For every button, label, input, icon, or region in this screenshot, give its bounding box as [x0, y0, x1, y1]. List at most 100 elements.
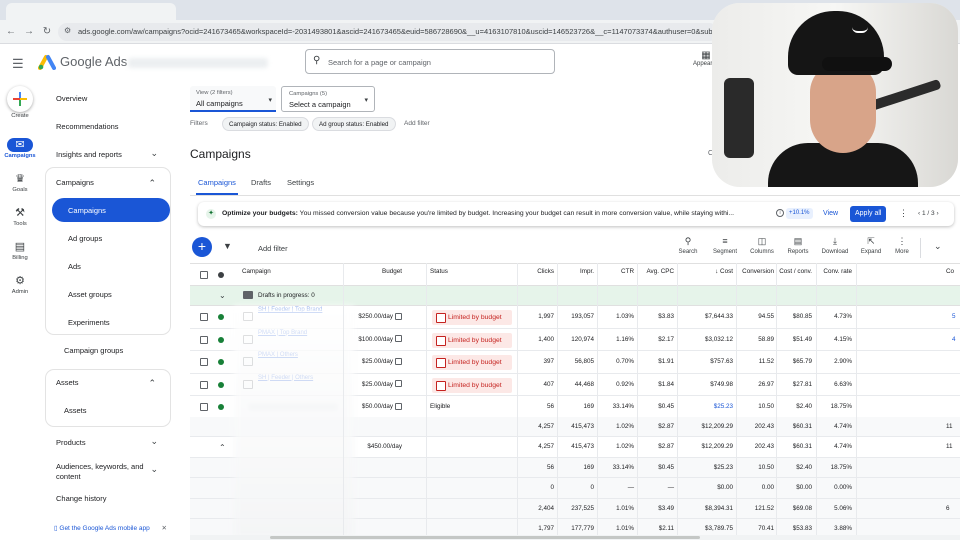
url-text[interactable]: ads.google.com/aw/campaigns?ocid=2416734… — [78, 27, 714, 36]
menu-icon[interactable]: ☰ — [12, 56, 24, 72]
budget-chart-icon[interactable] — [395, 402, 402, 410]
budget-chart-icon[interactable] — [395, 312, 402, 320]
tool-segment[interactable]: ≡ Segment — [708, 236, 742, 255]
view-selector[interactable]: View (2 filters) All campaigns ▾ — [190, 86, 276, 112]
nav-sub-asset-groups[interactable]: Asset groups — [68, 290, 112, 299]
row-checkbox[interactable] — [200, 380, 208, 389]
close-icon[interactable]: ✕ — [162, 525, 167, 532]
site-info-icon[interactable]: ⚙ — [64, 26, 71, 35]
enabled-status-dot[interactable] — [218, 336, 224, 343]
status-limited-badge[interactable]: Limited by budget — [432, 377, 512, 393]
nav-sub-assets[interactable]: Assets — [64, 406, 87, 415]
nav-sub-experiments[interactable]: Experiments — [68, 318, 110, 327]
banner-view-button[interactable]: View — [823, 210, 838, 217]
add-filter-link[interactable]: Add filter — [404, 120, 430, 127]
tool-expand[interactable]: ⇱ Expand — [854, 236, 888, 255]
search-input[interactable]: ⚲ Search for a page or campaign — [305, 49, 555, 74]
rail-tools[interactable]: ⚒ Tools — [0, 206, 40, 227]
col-clicks[interactable]: Clicks — [520, 264, 554, 286]
tool-reports[interactable]: ▤ Reports — [781, 236, 815, 255]
row-checkbox[interactable] — [200, 403, 208, 411]
enabled-status-dot[interactable] — [218, 314, 224, 320]
col-cost[interactable]: ↓ Cost — [680, 264, 733, 286]
browser-tab[interactable] — [6, 3, 176, 20]
nav-sub-campaign-groups[interactable]: Campaign groups — [64, 346, 123, 355]
col-campaign[interactable]: Campaign — [242, 264, 271, 286]
nav-sub-campaigns[interactable]: Campaigns — [52, 198, 170, 222]
status-limited-badge[interactable]: Limited by budget — [432, 310, 512, 325]
col-impr[interactable]: Impr. — [560, 264, 594, 286]
more-vert-icon[interactable]: ⋮ — [899, 208, 908, 219]
nav-audiences[interactable]: Audiences, keywords, and content — [56, 462, 148, 482]
tool-columns[interactable]: ◫ Columns — [745, 236, 779, 255]
horizontal-scrollbar[interactable] — [190, 535, 960, 540]
drafts-row[interactable]: ⌄ Drafts in progress: 0 — [190, 286, 960, 306]
enabled-status-dot[interactable] — [218, 404, 224, 410]
nav-products[interactable]: Products — [56, 438, 86, 447]
assets-chevron-up-icon[interactable]: ⌃ — [148, 378, 156, 389]
budget-chart-icon[interactable] — [395, 357, 402, 365]
collapse-chevron-icon[interactable]: ⌄ — [219, 291, 226, 300]
tab-drafts[interactable]: Drafts — [251, 178, 271, 187]
col-cost-per-conv[interactable]: Cost / conv. — [778, 264, 812, 286]
rail-billing[interactable]: ▤ Billing — [0, 240, 40, 261]
col-status[interactable]: Status — [430, 264, 448, 286]
reload-icon[interactable]: ↻ — [40, 25, 54, 39]
select-all-checkbox[interactable] — [200, 271, 208, 279]
nav-campaigns-group[interactable]: Campaigns — [56, 178, 94, 187]
nav-overview[interactable]: Overview — [56, 94, 87, 103]
address-bar[interactable]: ⚙ ads.google.com/aw/campaigns?ocid=24167… — [58, 23, 718, 41]
tool-more[interactable]: ⋮ More — [885, 236, 919, 255]
mobile-app-link[interactable]: Get the Google Ads mobile app — [59, 525, 149, 532]
col-conv-value[interactable]: Co — [946, 264, 954, 286]
filter-chip-campaign-status[interactable]: Campaign status: Enabled — [222, 117, 309, 131]
scroll-thumb[interactable] — [270, 536, 700, 539]
tool-download[interactable]: ⤓ Download — [818, 236, 852, 255]
row-checkbox[interactable] — [200, 313, 208, 321]
add-campaign-button[interactable]: + — [192, 237, 212, 257]
campaign-selector[interactable]: Campaigns (5) Select a campaign ▾ — [281, 86, 375, 112]
col-conv-rate[interactable]: Conv. rate — [818, 264, 852, 286]
status-limited-badge[interactable]: Limited by budget — [432, 332, 512, 348]
row-checkbox[interactable] — [200, 358, 208, 366]
audiences-chevron-down-icon[interactable]: ⌄ — [150, 464, 158, 475]
filter-chip-adgroup-status[interactable]: Ad group status: Enabled — [312, 117, 396, 131]
enabled-status-dot[interactable] — [218, 359, 224, 365]
info-icon[interactable]: i — [776, 209, 784, 217]
nav-change-history[interactable]: Change history — [56, 494, 106, 503]
rail-goals[interactable]: ♛ Goals — [0, 172, 40, 193]
chevron-down-icon[interactable]: ⌄ — [934, 241, 942, 252]
mobile-app-promo[interactable]: ▯ Get the Google Ads mobile app ✕ — [54, 524, 167, 532]
status-limited-badge[interactable]: Limited by budget — [432, 355, 512, 370]
expand-chevron-icon[interactable]: ⌃ — [219, 443, 226, 452]
tab-campaigns[interactable]: Campaigns — [196, 178, 238, 195]
row-checkbox[interactable] — [200, 335, 208, 344]
forward-icon[interactable]: → — [22, 25, 36, 39]
rail-create[interactable]: Create — [0, 86, 40, 119]
tab-settings[interactable]: Settings — [287, 178, 314, 187]
col-budget[interactable]: Budget — [344, 264, 402, 286]
budget-chart-icon[interactable] — [395, 380, 402, 388]
nav-insights[interactable]: Insights and reports — [56, 150, 122, 159]
rail-admin[interactable]: ⚙ Admin — [0, 274, 40, 295]
col-conversion[interactable]: Conversion — [738, 264, 774, 286]
insights-chevron-down-icon[interactable]: ⌄ — [150, 148, 158, 159]
filter-icon[interactable]: ▼ — [223, 241, 232, 251]
rail-campaigns[interactable]: ✉ Campaigns — [0, 138, 40, 159]
back-icon[interactable]: ← — [4, 25, 18, 39]
create-plus-icon[interactable] — [7, 86, 33, 112]
products-chevron-down-icon[interactable]: ⌄ — [150, 436, 158, 447]
pager-next-icon[interactable]: › — [936, 210, 938, 217]
nav-recommendations[interactable]: Recommendations — [56, 122, 119, 131]
pager-prev-icon[interactable]: ‹ — [918, 210, 920, 217]
budget-chart-icon[interactable] — [395, 335, 402, 343]
nav-assets-group[interactable]: Assets — [56, 378, 79, 387]
nav-sub-ad-groups[interactable]: Ad groups — [68, 234, 102, 243]
apply-all-button[interactable]: Apply all — [850, 206, 887, 222]
enabled-status-dot[interactable] — [218, 381, 224, 388]
toolbar-add-filter[interactable]: Add filter — [258, 244, 288, 253]
nav-sub-ads[interactable]: Ads — [68, 262, 81, 271]
col-avg-cpc[interactable]: Avg. CPC — [640, 264, 674, 286]
col-ctr[interactable]: CTR — [600, 264, 634, 286]
tool-search[interactable]: ⚲ Search — [671, 236, 705, 255]
